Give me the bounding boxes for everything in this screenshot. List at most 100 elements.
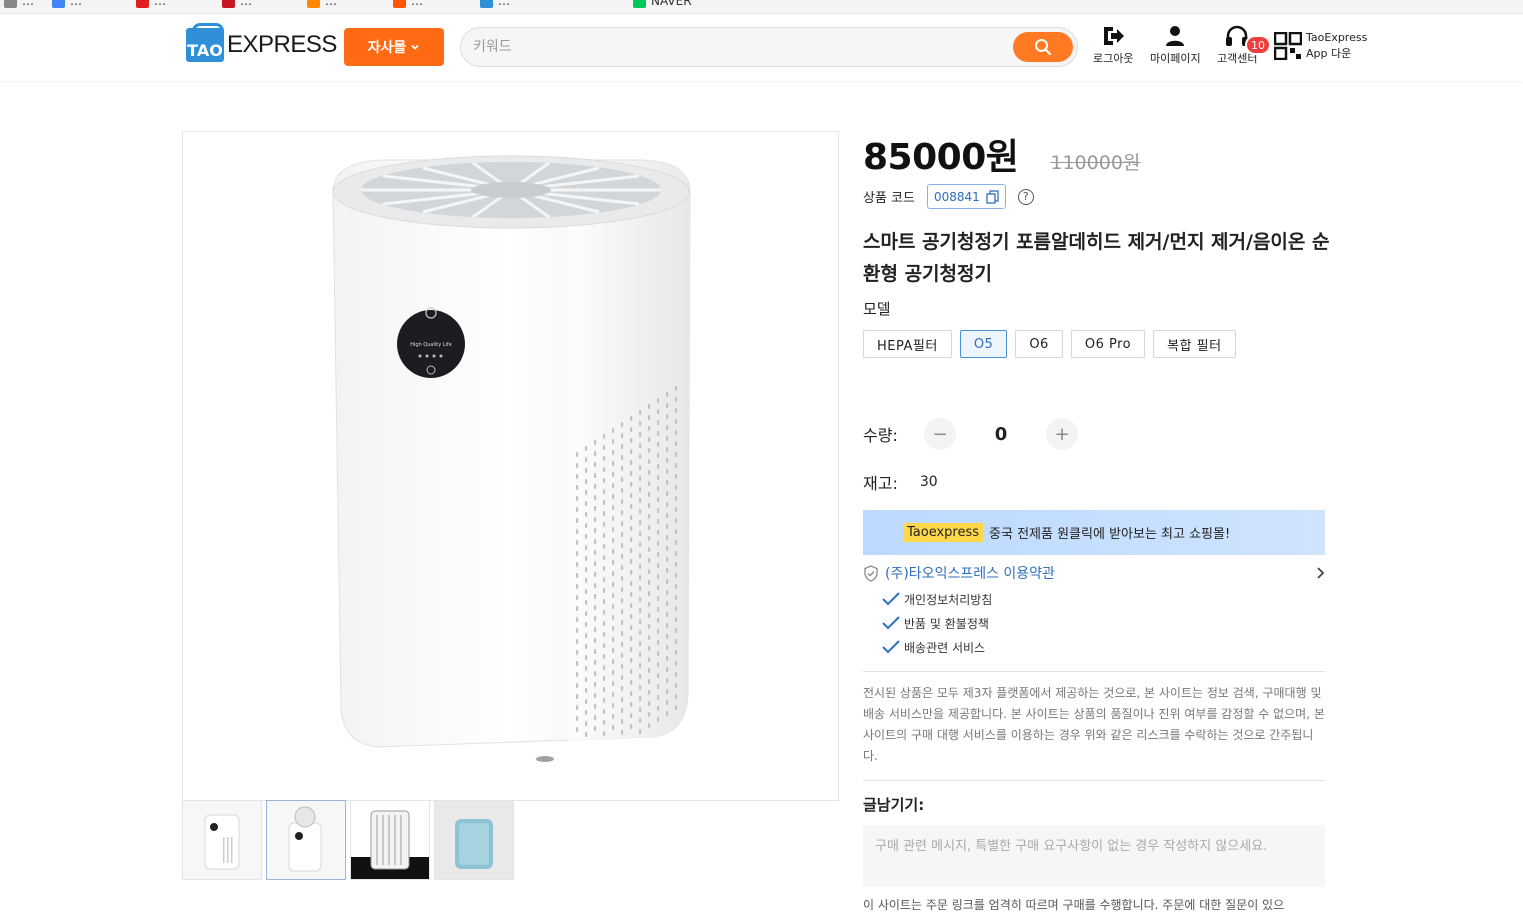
vent-hole	[621, 433, 624, 438]
vent-hole	[603, 434, 606, 439]
vent-hole	[630, 614, 633, 619]
bookmark-item[interactable]: …	[136, 0, 166, 8]
vent-hole	[594, 539, 597, 544]
vent-hole	[657, 552, 660, 557]
vent-hole	[675, 518, 678, 523]
vent-hole	[657, 486, 660, 491]
product-code-copy[interactable]: 008841	[926, 184, 1006, 209]
vent-hole	[612, 725, 615, 730]
vent-hole	[675, 529, 678, 534]
vent-hole	[630, 438, 633, 443]
bookmark-naver[interactable]: NAVER	[633, 0, 692, 8]
vent-hole	[594, 693, 597, 698]
option-o6-pro[interactable]: O6 Pro	[1070, 330, 1146, 358]
vent-hole	[594, 671, 597, 676]
vent-hole	[639, 520, 642, 525]
site-logo[interactable]: TAO EXPRESS	[186, 23, 337, 62]
user-icon	[1166, 26, 1185, 46]
vent-hole	[630, 427, 633, 432]
vent-hole	[621, 719, 624, 724]
terms-item[interactable]: 배송관련 서비스	[881, 635, 1325, 659]
vent-hole	[612, 604, 615, 609]
vent-hole	[630, 669, 633, 674]
vent-hole	[675, 661, 678, 666]
vent-hole	[576, 529, 579, 534]
vent-hole	[648, 448, 651, 453]
help-icon[interactable]: ?	[1017, 188, 1034, 205]
stock-label: 재고:	[863, 474, 898, 493]
vent-hole	[603, 599, 606, 604]
memo-textarea[interactable]	[863, 825, 1325, 887]
bookmark-item[interactable]: …	[52, 0, 82, 8]
terms-item[interactable]: 반품 및 환불정책	[881, 611, 1325, 635]
app-download-button[interactable]: TaoExpress App 다운	[1274, 30, 1367, 62]
vent-hole	[603, 709, 606, 714]
vent-hole	[675, 628, 678, 633]
vent-hole	[639, 542, 642, 547]
bookmark-item[interactable]: …	[4, 0, 34, 8]
terms-list: 개인정보처리방침 반품 및 환불정책 배송관련 서비스	[881, 587, 1325, 659]
vent-hole	[630, 625, 633, 630]
chevron-down-icon	[411, 44, 419, 50]
vent-hole	[585, 556, 588, 561]
terms-link[interactable]: (주)타오익스프레스 이용약관	[863, 563, 1325, 583]
terms-item[interactable]: 개인정보처리방침	[881, 587, 1325, 611]
search-input[interactable]	[473, 36, 1013, 58]
vent-hole	[594, 715, 597, 720]
vent-hole	[648, 558, 651, 563]
vent-hole	[675, 650, 678, 655]
thumbnail-2[interactable]	[266, 800, 346, 880]
thumbnail-1[interactable]	[182, 800, 262, 880]
thumbnail-4[interactable]	[434, 800, 514, 880]
vent-hole	[621, 675, 624, 680]
mypage-button[interactable]: 마이페이지	[1150, 25, 1201, 66]
vent-hole	[657, 563, 660, 568]
quantity-increase-button[interactable]: +	[1046, 418, 1078, 450]
vent-hole	[612, 483, 615, 488]
vent-hole	[585, 479, 588, 484]
logo-icon: TAO	[186, 23, 224, 62]
bookmark-item[interactable]: …	[480, 0, 510, 8]
vent-hole	[657, 431, 660, 436]
option-composite-filter[interactable]: 복합 필터	[1153, 330, 1236, 358]
vent-hole	[666, 535, 669, 540]
bookmark-item[interactable]: …	[393, 0, 423, 8]
search-button[interactable]	[1013, 32, 1073, 62]
vent-hole	[648, 580, 651, 585]
vent-hole	[675, 672, 678, 677]
vent-hole	[648, 459, 651, 464]
vent-hole	[603, 511, 606, 516]
checkmark-icon	[882, 592, 900, 606]
vent-hole	[603, 665, 606, 670]
vent-hole	[576, 474, 579, 479]
vent-hole	[603, 588, 606, 593]
vent-hole	[621, 510, 624, 515]
vent-hole	[657, 420, 660, 425]
vent-hole	[675, 474, 678, 479]
vent-hole	[630, 713, 633, 718]
vent-hole	[648, 701, 651, 706]
vent-hole	[639, 685, 642, 690]
vent-hole	[666, 711, 669, 716]
vent-hole	[576, 672, 579, 677]
vent-hole	[657, 541, 660, 546]
logout-button[interactable]: 로그아웃	[1093, 25, 1133, 66]
quantity-decrease-button[interactable]: −	[924, 418, 956, 450]
option-o5[interactable]: O5	[959, 330, 1008, 358]
category-button[interactable]: 자사몰	[344, 28, 444, 66]
option-hepa-filter[interactable]: HEPA필터	[863, 330, 952, 358]
vent-hole	[657, 662, 660, 667]
thumbnail-3[interactable]	[350, 800, 430, 880]
vent-hole	[585, 611, 588, 616]
vent-hole	[648, 426, 651, 431]
vent-hole	[585, 523, 588, 528]
vent-hole	[576, 485, 579, 490]
vent-hole	[675, 639, 678, 644]
quantity-value[interactable]: 0	[956, 424, 1046, 445]
vent-hole	[666, 502, 669, 507]
bookmark-item[interactable]: …	[307, 0, 337, 8]
bookmark-item[interactable]: …	[222, 0, 252, 8]
vent-hole	[657, 629, 660, 634]
vent-hole	[585, 732, 588, 737]
option-o6[interactable]: O6	[1015, 330, 1063, 358]
